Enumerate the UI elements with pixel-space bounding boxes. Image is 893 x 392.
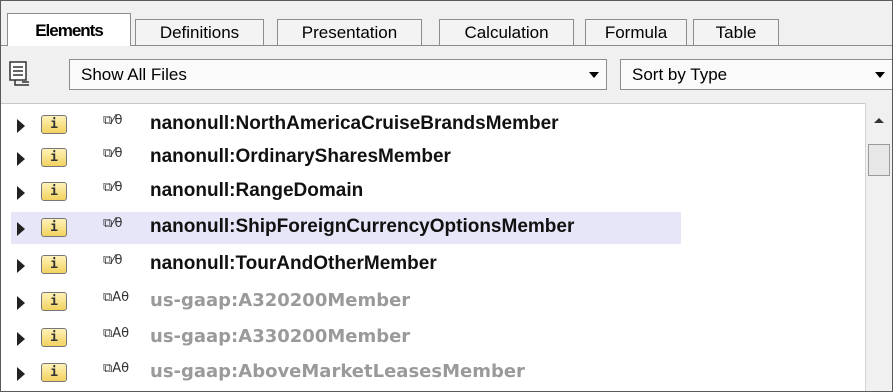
list-item-selected[interactable]: i ⧉⁄θ nanonull:ShipForeignCurrencyOption… [11,212,681,244]
expand-arrow-icon[interactable] [17,259,25,273]
tree-view-icon[interactable] [9,61,31,87]
elements-window: Elements Definitions Presentation Calcul… [0,0,893,392]
vertical-scrollbar[interactable] [865,103,892,391]
element-flags-icon: ⧉Αθ [103,361,130,376]
tab-table[interactable]: Table [693,19,779,45]
element-flags-icon: ⧉Αθ [103,326,130,341]
item-type-badge-icon: i [41,255,67,274]
list-item[interactable]: i ⧉⁄θ nanonull:RangeDomain [11,176,681,208]
list-item[interactable]: i ⧉Αθ us-gaap:A320200Member [11,286,681,318]
list-item[interactable]: i ⧉Αθ us-gaap:AboveMarketLeasesMember [11,357,681,389]
element-flags-icon: ⧉⁄θ [103,253,123,268]
sort-value: Sort by Type [632,65,728,84]
element-flags-icon: ⧉⁄θ [103,216,123,231]
chevron-down-icon [589,72,599,78]
tab-presentation[interactable]: Presentation [277,19,422,45]
item-type-badge-icon: i [41,182,67,201]
element-name: nanonull:ShipForeignCurrencyOptionsMembe… [150,216,575,237]
element-name: nanonull:OrdinarySharesMember [150,146,451,167]
toolbar: Show All Files Sort by Type [1,46,892,104]
expand-arrow-icon[interactable] [17,152,25,166]
element-name: us-gaap:A320200Member [150,290,411,311]
expand-arrow-icon[interactable] [17,296,25,310]
chevron-down-icon [875,72,885,78]
item-type-badge-icon: i [41,328,67,347]
tab-calculation[interactable]: Calculation [439,19,574,45]
element-name: nanonull:RangeDomain [150,180,364,201]
item-type-badge-icon: i [41,218,67,237]
element-flags-icon: ⧉⁄θ [103,180,123,195]
elements-list: i ⧉⁄θ nanonull:NorthAmericaCruiseBrandsM… [1,103,892,391]
expand-arrow-icon[interactable] [17,367,25,381]
tab-bar: Elements Definitions Presentation Calcul… [1,1,892,46]
item-type-badge-icon: i [41,292,67,311]
scrollbar-thumb[interactable] [868,144,890,176]
item-type-badge-icon: i [41,115,67,134]
scroll-up-icon[interactable] [874,118,884,123]
tab-elements[interactable]: Elements [7,13,131,46]
element-name: us-gaap:A330200Member [150,326,411,347]
element-name: nanonull:NorthAmericaCruiseBrandsMember [150,113,559,134]
list-item[interactable]: i ⧉Αθ us-gaap:A330200Member [11,322,681,354]
tab-formula[interactable]: Formula [585,19,687,45]
element-name: nanonull:TourAndOtherMember [150,253,437,274]
files-filter-dropdown[interactable]: Show All Files [69,59,607,90]
sort-dropdown[interactable]: Sort by Type [620,59,892,90]
list-item[interactable]: i ⧉⁄θ nanonull:NorthAmericaCruiseBrandsM… [11,109,681,141]
element-name: us-gaap:AboveMarketLeasesMember [150,361,525,382]
expand-arrow-icon[interactable] [17,186,25,200]
element-flags-icon: ⧉⁄θ [103,146,123,161]
expand-arrow-icon[interactable] [17,222,25,236]
files-filter-value: Show All Files [81,65,187,84]
list-item[interactable]: i ⧉⁄θ nanonull:TourAndOtherMember [11,249,681,281]
item-type-badge-icon: i [41,148,67,167]
expand-arrow-icon[interactable] [17,332,25,346]
element-flags-icon: ⧉⁄θ [103,113,123,128]
item-type-badge-icon: i [41,363,67,382]
tab-definitions[interactable]: Definitions [135,19,264,45]
expand-arrow-icon[interactable] [17,119,25,133]
element-flags-icon: ⧉Αθ [103,290,130,305]
list-item[interactable]: i ⧉⁄θ nanonull:OrdinarySharesMember [11,142,681,174]
